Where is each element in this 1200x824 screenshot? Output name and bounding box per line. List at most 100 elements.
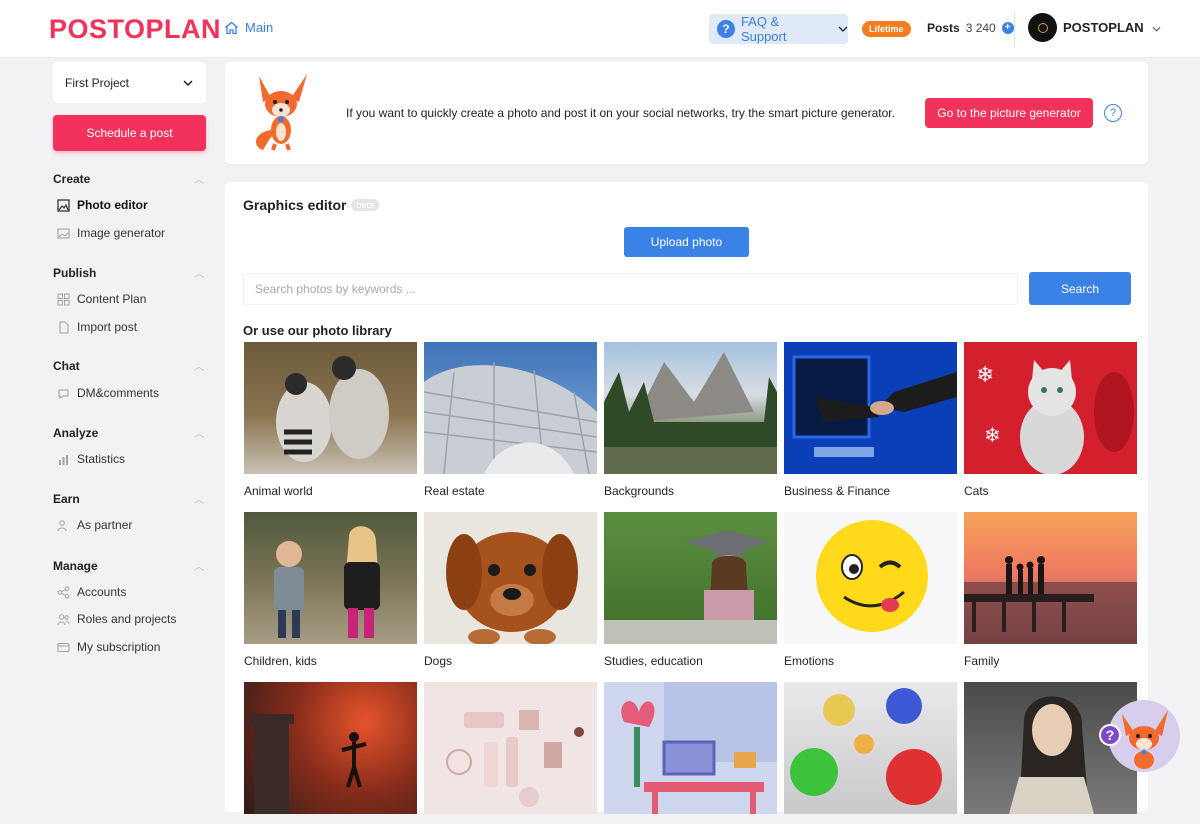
library-tile-row3-1[interactable] <box>244 682 417 824</box>
library-tile-backgrounds[interactable]: Backgrounds <box>604 342 777 498</box>
section-title: Publish <box>53 265 97 280</box>
editor-title-text: Graphics editor <box>243 197 347 213</box>
section-earn[interactable]: Earn ︿ <box>53 491 206 507</box>
image-icon <box>57 227 70 240</box>
category-photo <box>244 512 417 644</box>
section-publish[interactable]: Publish ︿ <box>53 265 206 281</box>
library-tile-family[interactable]: Family <box>964 512 1137 668</box>
library-tile-cats[interactable]: ❄ ❄ Cats <box>964 342 1137 498</box>
project-selector[interactable]: First Project <box>53 62 206 103</box>
svg-text:❄: ❄ <box>976 363 994 388</box>
sidebar-item-accounts[interactable]: Accounts <box>57 585 126 599</box>
question-icon: ? <box>1099 724 1121 746</box>
app-logo[interactable]: POSTOPLAN <box>49 14 221 45</box>
sidebar-item-label: Content Plan <box>77 292 147 306</box>
section-title: Create <box>53 171 91 186</box>
sidebar-item-label: Roles and projects <box>77 612 177 626</box>
category-photo <box>784 682 957 814</box>
sidebar-item-roles-projects[interactable]: Roles and projects <box>57 612 176 626</box>
library-title: Or use our photo library <box>243 323 392 338</box>
sidebar-item-import-post[interactable]: Import post <box>57 320 137 334</box>
chevron-up-icon: ︿ <box>194 362 204 373</box>
section-create[interactable]: Create ︿ <box>53 171 206 187</box>
main-link-label: Main <box>245 20 274 35</box>
sidebar-item-photo-editor[interactable]: Photo editor <box>57 198 148 212</box>
search-button[interactable]: Search <box>1029 272 1131 305</box>
editor-title: Graphics editor beta <box>243 197 379 213</box>
sidebar-item-statistics[interactable]: Statistics <box>57 452 125 466</box>
library-tile-row3-2[interactable] <box>424 682 597 824</box>
tile-caption: Children, kids <box>244 654 317 668</box>
chevron-up-icon: ︿ <box>194 175 204 186</box>
category-photo <box>604 512 777 644</box>
library-tile-business-finance[interactable]: Business & Finance <box>784 342 957 498</box>
graphics-editor-panel: Graphics editor beta Upload photo Search… <box>225 182 1148 814</box>
sidebar-item-label: Import post <box>77 320 138 334</box>
sidebar-item-label: DM&comments <box>77 386 160 400</box>
category-photo <box>424 682 597 814</box>
photo-search-input[interactable] <box>243 273 1018 305</box>
add-posts-icon[interactable]: + <box>1001 22 1014 34</box>
upload-photo-button[interactable]: Upload photo <box>624 227 749 257</box>
sidebar-item-as-partner[interactable]: As partner <box>57 518 132 532</box>
section-manage[interactable]: Manage ︿ <box>53 558 206 574</box>
card-icon <box>57 641 70 654</box>
sidebar-item-label: Statistics <box>77 452 126 466</box>
section-analyze[interactable]: Analyze ︿ <box>53 425 206 441</box>
category-photo <box>424 342 597 474</box>
sidebar-item-content-plan[interactable]: Content Plan <box>57 292 146 306</box>
category-photo <box>784 342 957 474</box>
photo-editor-icon <box>57 198 70 212</box>
library-tile-emotions[interactable]: Emotions <box>784 512 957 668</box>
chevron-up-icon: ︿ <box>194 562 204 573</box>
svg-text:❄: ❄ <box>984 423 1001 447</box>
tile-caption: Family <box>964 654 1000 668</box>
tile-caption: Emotions <box>784 654 835 668</box>
posts-counter: Posts 3 240 + <box>927 21 1014 35</box>
picture-generator-button[interactable]: Go to the picture generator <box>925 98 1093 128</box>
beta-badge: beta <box>351 199 379 211</box>
section-chat[interactable]: Chat ︿ <box>53 358 206 374</box>
library-tile-animal-world[interactable]: Animal world <box>244 342 417 498</box>
library-tile-row3-3[interactable] <box>604 682 777 824</box>
library-tile-dogs[interactable]: Dogs <box>424 512 597 668</box>
chevron-down-icon <box>183 79 193 86</box>
help-icon[interactable]: ? <box>1104 104 1122 122</box>
tile-caption: Animal world <box>244 484 313 498</box>
generator-banner: If you want to quickly create a photo an… <box>225 62 1148 164</box>
tile-caption: Dogs <box>424 654 453 668</box>
chevron-up-icon: ︿ <box>194 269 204 280</box>
lifetime-badge: Lifetime <box>862 21 911 37</box>
question-icon: ? <box>717 20 735 38</box>
chevron-down-icon <box>838 26 848 32</box>
sidebar-item-label: Accounts <box>77 585 127 599</box>
tile-caption: Studies, education <box>604 654 703 668</box>
category-photo: ❄ ❄ <box>964 342 1137 474</box>
sidebar-item-my-subscription[interactable]: My subscription <box>57 640 160 654</box>
document-icon <box>57 320 70 334</box>
library-tile-row3-4[interactable] <box>784 682 957 824</box>
library-tile-studies-education[interactable]: Studies, education <box>604 512 777 668</box>
schedule-post-button[interactable]: Schedule a post <box>53 115 206 151</box>
section-title: Chat <box>53 358 80 373</box>
sidebar-item-label: Photo editor <box>77 198 148 212</box>
account-name: POSTOPLAN <box>1063 20 1144 35</box>
main-link[interactable]: Main <box>224 20 273 35</box>
chevron-up-icon: ︿ <box>194 495 204 506</box>
sidebar-item-label: As partner <box>77 518 133 532</box>
sidebar-item-dm-comments[interactable]: DM&comments <box>57 386 159 400</box>
sidebar-item-label: My subscription <box>77 640 161 654</box>
sidebar-item-image-generator[interactable]: Image generator <box>57 226 165 240</box>
account-menu[interactable]: POSTOPLAN <box>1028 13 1161 42</box>
posts-label: Posts <box>927 21 960 35</box>
bar-chart-icon <box>57 453 70 466</box>
library-tile-real-estate[interactable]: Real estate <box>424 342 597 498</box>
section-title: Earn <box>53 491 80 506</box>
category-photo <box>244 342 417 474</box>
library-tile-children-kids[interactable]: Children, kids <box>244 512 417 668</box>
faq-support-button[interactable]: ? FAQ & Support <box>709 14 848 44</box>
chat-bubble-icon <box>57 387 70 400</box>
floating-help-button[interactable]: ? <box>1099 700 1180 772</box>
project-name: First Project <box>65 75 130 90</box>
category-photo <box>964 512 1137 644</box>
